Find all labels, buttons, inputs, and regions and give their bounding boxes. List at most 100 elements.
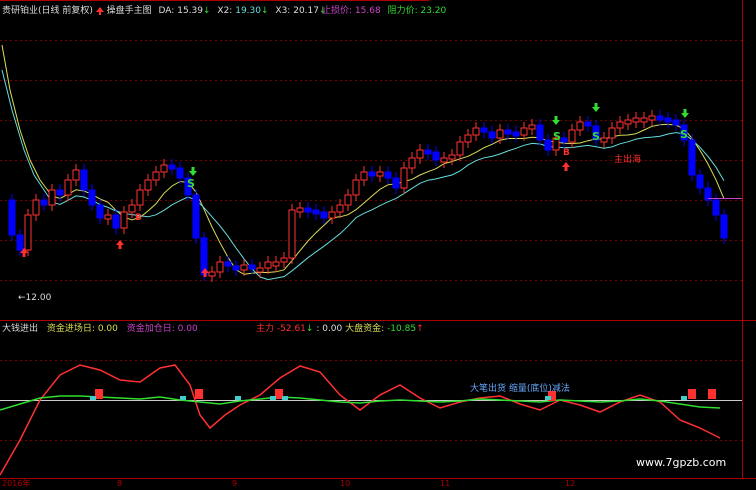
candle-body (464, 134, 472, 143)
candle-body (696, 174, 704, 189)
flow-marker (180, 396, 186, 400)
candle-body (368, 171, 376, 177)
buy-arrow-icon (116, 240, 124, 249)
price-marker: ←12.00 (18, 293, 52, 303)
candle-body (192, 194, 200, 239)
candle-body (424, 149, 432, 155)
candle-body (472, 127, 480, 136)
candle-body (576, 121, 584, 131)
candle-body (640, 117, 648, 123)
lower-values: 主力 -52.61↓ : 0.00 大盘资金: -10.85↑ (256, 323, 424, 335)
inflow-day-label: 资金进场日: (46, 324, 95, 334)
candle-body (288, 209, 296, 259)
buy-arrow-icon (562, 162, 570, 171)
candle-body (496, 129, 504, 139)
candle-body (616, 121, 624, 129)
candle-body (440, 157, 448, 163)
lower-panel-name: 大钱进出 (2, 324, 39, 334)
down-arrow-icon: ↓ (202, 6, 211, 16)
signal-b-label: B (563, 148, 570, 158)
candle-body (88, 189, 96, 206)
price-marker-value: 12.00 (25, 293, 52, 303)
date-axis-tick: 11 (440, 479, 451, 488)
sell-arrow-icon (552, 116, 560, 125)
capital-flow-lines (0, 364, 721, 476)
up-arrow-icon: ↑ (416, 324, 424, 334)
signal-b-label: B (135, 213, 142, 223)
date-axis-start: 2016年 (2, 479, 31, 488)
resistance-label: 阻力价: (387, 6, 418, 16)
x2-label: X2: (217, 6, 233, 16)
candle-body (96, 204, 104, 219)
flow-marker (545, 396, 551, 400)
candle-body (712, 199, 720, 216)
candle-body (32, 199, 40, 216)
da-value: 15.39 (177, 6, 203, 16)
annotation-label: 大笔出货 缩量(底位)减法 (470, 384, 570, 394)
add-day-value: 0.00 (177, 324, 198, 334)
flow-bar (195, 389, 203, 399)
da-label: DA: (158, 6, 175, 16)
candle-body (160, 164, 168, 173)
candle-body (296, 207, 304, 213)
candle-body (432, 151, 440, 161)
stop-loss-label: 止损价: (322, 6, 353, 16)
candle-body (232, 265, 240, 271)
upper-header: 贵研铂业(日线 前复权) 操盘手主图 DA: 15.39↓ X2: 19.30↓… (2, 5, 327, 17)
candle-body (392, 177, 400, 189)
main-flow-line (0, 364, 721, 476)
candle-body (344, 194, 352, 206)
candle-body (264, 261, 272, 269)
candle-body (216, 261, 224, 273)
candle-body (448, 154, 456, 160)
add-day-label: 资金加仓日: (126, 324, 175, 334)
watermark: www.7gpzb.com (636, 456, 727, 469)
flow-marker (681, 396, 687, 400)
candle-body (480, 127, 488, 133)
resistance-value: 23.20 (420, 6, 447, 16)
candle-body (504, 129, 512, 135)
flow-marker (270, 396, 276, 400)
candle-body (584, 121, 592, 127)
main-value: -52.61 (276, 324, 306, 334)
candle-body (144, 179, 152, 191)
market-flow-line (0, 395, 721, 411)
candle-body (56, 189, 64, 196)
candle-body (168, 164, 176, 170)
candle-body (24, 214, 32, 251)
signal-exit-label: 主出海 (614, 155, 642, 165)
flow-bar (95, 389, 103, 399)
candle-body (48, 189, 56, 206)
candle-body (560, 137, 568, 143)
stock-name: 贵研铂业(日线 前复权) (2, 6, 93, 16)
x2-value: 19.30 (235, 6, 261, 16)
candle-body (664, 117, 672, 123)
candle-body (720, 214, 728, 239)
chart-area[interactable] (0, 0, 756, 487)
sell-arrow-icon (592, 103, 600, 112)
date-axis-tick: 10 (340, 479, 351, 488)
candle-body (112, 214, 120, 229)
candle-body (648, 115, 656, 121)
candle-body (656, 115, 664, 121)
signal-s-label: S (680, 128, 688, 141)
signal-s-label: S (187, 177, 195, 190)
candle-body (120, 211, 128, 229)
market-label: 大盘资金: (345, 324, 385, 334)
down-arrow-icon: ↓ (260, 6, 269, 16)
sell-arrow-icon (189, 167, 197, 176)
candle-body (40, 199, 48, 206)
sell-arrow-icon (681, 109, 689, 118)
candle-body (80, 169, 88, 191)
x3-label: X3: (275, 6, 291, 16)
candle-body (208, 271, 216, 277)
candle-body (128, 204, 136, 213)
arrow-up-icon (95, 6, 104, 15)
flow-bar (275, 389, 283, 399)
candle-body (152, 171, 160, 181)
candle-body (280, 257, 288, 263)
market-value: -10.85 (387, 324, 417, 334)
candle-body (352, 179, 360, 196)
candle-body (416, 149, 424, 159)
indicator-name: 操盘手主图 (106, 6, 152, 16)
